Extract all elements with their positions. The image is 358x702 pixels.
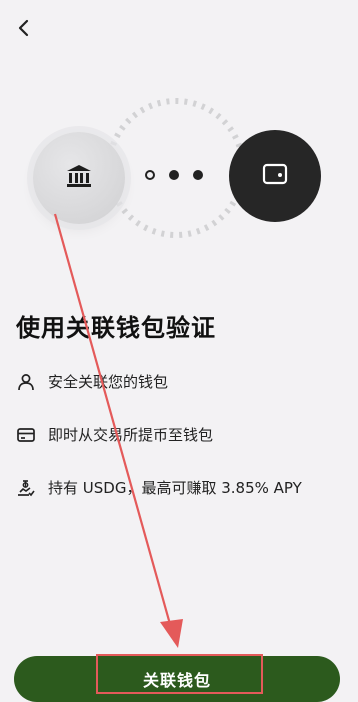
step-dot (193, 170, 203, 180)
page-title: 使用关联钱包验证 (16, 314, 216, 342)
highlight-box (96, 654, 263, 694)
feature-item: 即时从交易所提币至钱包 (16, 424, 213, 445)
feature-text: 持有 USDG，最高可赚取 3.85% APY (48, 479, 302, 497)
feature-text: 安全关联您的钱包 (48, 373, 169, 391)
bank-icon (66, 164, 92, 192)
feature-item: 安全关联您的钱包 (16, 371, 168, 392)
progress-dots (145, 170, 203, 180)
feature-item: 持有 USDG，最高可赚取 3.85% APY (16, 477, 302, 498)
wallet-icon (262, 162, 288, 190)
step-dot (145, 170, 155, 180)
card-icon (16, 425, 36, 445)
reward-icon (16, 478, 36, 498)
feature-text: 即时从交易所提币至钱包 (48, 426, 214, 444)
person-icon (16, 372, 36, 392)
exchange-circle (33, 132, 125, 224)
step-dot (169, 170, 179, 180)
wallet-circle (229, 130, 321, 222)
